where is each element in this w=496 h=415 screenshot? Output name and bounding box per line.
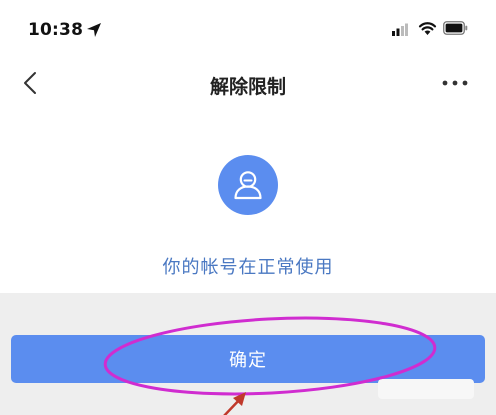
nav-bar: 解除限制 — [0, 56, 496, 112]
page-title: 解除限制 — [209, 76, 286, 98]
wifi-icon — [418, 22, 437, 35]
signal-icon — [392, 23, 408, 36]
battery-icon — [443, 21, 468, 35]
location-arrow-icon — [87, 23, 101, 37]
blurred-region — [378, 379, 474, 399]
confirm-button-label: 确定 — [229, 350, 267, 371]
more-dots-icon[interactable] — [440, 70, 470, 96]
status-time: 10:38 — [28, 20, 84, 40]
confirm-button[interactable]: 确定 — [11, 335, 485, 383]
user-avatar-icon — [218, 155, 278, 215]
account-status-message: 你的帐号在正常使用 — [162, 257, 334, 278]
bottom-action-area: 确定 — [0, 293, 496, 415]
status-bar: 10:38 — [0, 0, 496, 56]
